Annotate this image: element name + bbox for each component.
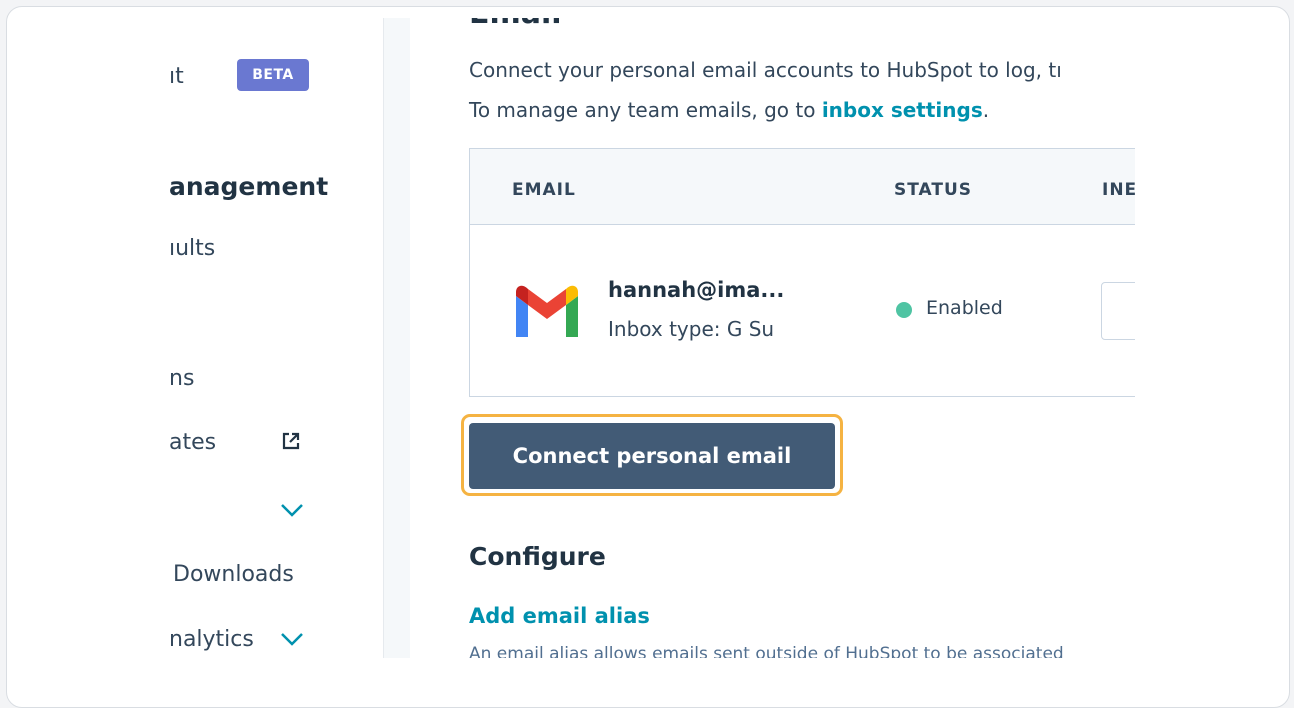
connect-personal-email-button[interactable]: Connect personal email: [469, 423, 835, 489]
intro-line-2-prefix: To manage any team emails, go to: [469, 98, 822, 122]
sidebar-item-defaults[interactable]: ıults: [169, 236, 215, 261]
chevron-down-icon[interactable]: [280, 632, 304, 646]
email-settings-content: Email Connect your personal email accoun…: [461, 18, 1135, 658]
add-email-alias-link[interactable]: Add email alias: [469, 604, 650, 628]
sidebar-item-ns[interactable]: ns: [169, 366, 194, 391]
inbox-action-button[interactable]: [1101, 282, 1135, 340]
column-header-email[interactable]: EMAIL: [512, 180, 576, 200]
settings-sidebar: ·—·— ıt BETA anagement ıults ns ates Dow…: [169, 18, 384, 658]
external-link-icon[interactable]: [281, 431, 301, 451]
app-viewport: ·—·— ıt BETA anagement ıults ns ates Dow…: [169, 18, 1135, 658]
sidebar-section-management: anagement: [169, 172, 329, 201]
account-inbox-type: Inbox type: G Su: [608, 317, 775, 341]
gmail-logo-icon: [516, 285, 578, 337]
sidebar-heading-cut: ·—·—: [169, 18, 238, 25]
sidebar-item-downloads[interactable]: Downloads: [173, 562, 294, 587]
page-heading: Email: [469, 18, 562, 31]
sidebar-item-beta-feature[interactable]: ıt: [169, 64, 184, 89]
email-accounts-table: EMAIL STATUS INE hannah@ima... Inbox typ…: [469, 148, 1135, 397]
column-header-status[interactable]: STATUS: [894, 180, 972, 200]
intro-text: Connect your personal email accounts to …: [469, 50, 1062, 130]
intro-line-2: To manage any team emails, go to inbox s…: [469, 90, 1062, 130]
configure-heading: Configure: [469, 542, 606, 571]
intro-line-1: Connect your personal email accounts to …: [469, 58, 1062, 82]
table-header: EMAIL STATUS INE: [470, 149, 1135, 225]
alias-description: An email alias allows emails sent outsid…: [469, 644, 1064, 658]
column-header-inbox[interactable]: INE: [1102, 180, 1135, 200]
account-email[interactable]: hannah@ima...: [608, 278, 784, 302]
sidebar-item-templates[interactable]: ates: [169, 430, 216, 455]
screenshot-frame: ·—·— ıt BETA anagement ıults ns ates Dow…: [6, 6, 1290, 708]
intro-line-2-suffix: .: [982, 98, 990, 122]
status-indicator: [896, 302, 912, 318]
sidebar-gutter: [384, 18, 410, 658]
beta-badge: BETA: [237, 59, 309, 91]
status-text: Enabled: [926, 297, 1003, 319]
chevron-down-icon[interactable]: [280, 503, 304, 517]
inbox-settings-link[interactable]: inbox settings: [822, 98, 983, 122]
sidebar-item-analytics[interactable]: nalytics: [169, 627, 254, 652]
